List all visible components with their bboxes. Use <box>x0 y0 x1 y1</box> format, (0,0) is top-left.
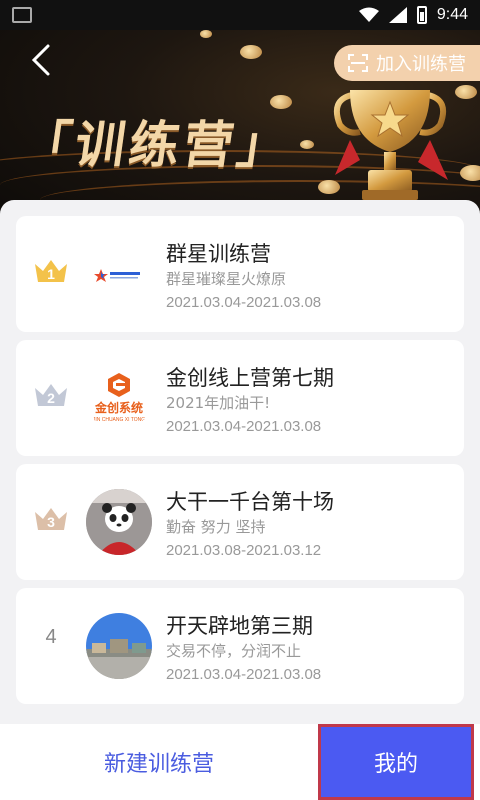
landscape-avatar <box>86 613 152 679</box>
camp-dates: 2021.03.08-2021.03.12 <box>166 542 322 559</box>
camp-card-2[interactable]: 2 金创系统 JIN CHUANG XI TONG 金创线上营第七期 2021年… <box>16 340 464 456</box>
signal-icon <box>388 7 407 23</box>
camp-dates: 2021.03.04-2021.03.08 <box>166 294 322 311</box>
camp-card-4[interactable]: 4 开天辟地第三期 交易不停，分润不止 2021.03.04-2021.03.0… <box>16 588 464 704</box>
camp-title: 群星训练营 <box>166 242 271 266</box>
camp-card-1[interactable]: 1 群星训练营 群星璀璨星火燎原 2021.03.04-2021.03.08 <box>16 216 464 332</box>
new-camp-button[interactable]: 新建训练营 <box>0 724 318 800</box>
camp-card-3[interactable]: 3 大干一千台第十场 勤奋 努力 坚持 2021.03.08-2021.03.1… <box>16 464 464 580</box>
join-camp-label: 加入训练营 <box>376 54 466 75</box>
status-bar: 9:44 <box>0 0 480 30</box>
camp-dates: 2021.03.04-2021.03.08 <box>166 418 322 435</box>
bottom-bar: 新建训练营 我的 <box>0 724 480 800</box>
camp-subtitle: 2021年加油干! <box>166 394 271 412</box>
image-notification-icon <box>12 7 32 23</box>
rank-silver-crown-icon: 2 <box>35 384 67 406</box>
status-time: 9:44 <box>436 6 468 23</box>
back-arrow-icon[interactable] <box>22 40 62 80</box>
camp-list: 1 群星训练营 群星璀璨星火燎原 2021.03.04-2021.03.08 2 <box>0 200 480 725</box>
wifi-icon <box>358 7 379 22</box>
jinchuang-logo-subtext: JIN CHUANG XI TONG <box>92 417 146 423</box>
svg-text:1: 1 <box>47 266 55 282</box>
camp-title: 大干一千台第十场 <box>166 490 334 514</box>
rank-bronze-crown-icon: 3 <box>35 508 67 530</box>
camp-subtitle: 交易不停，分润不止 <box>166 642 302 660</box>
camp-subtitle: 群星璀璨星火燎原 <box>166 270 287 288</box>
join-camp-button[interactable]: 加入训练营 <box>334 45 480 81</box>
trophy-icon <box>334 90 448 200</box>
scan-icon <box>348 54 368 72</box>
my-camps-button[interactable]: 我的 <box>318 724 474 800</box>
star-logo <box>86 241 152 307</box>
camp-title: 开天辟地第三期 <box>166 614 313 638</box>
jinchuang-logo-text: 金创系统 <box>94 401 143 415</box>
banner-title: 「训练营」 <box>17 116 296 174</box>
rank-gold-crown-icon: 1 <box>35 260 67 282</box>
rank-number: 4 <box>45 626 57 648</box>
jinchuang-logo: 金创系统 JIN CHUANG XI TONG <box>86 365 152 431</box>
hero-banner: 「训练营」 <box>0 0 480 230</box>
battery-icon <box>416 6 427 24</box>
svg-text:2: 2 <box>47 390 55 406</box>
camp-dates: 2021.03.04-2021.03.08 <box>166 666 322 683</box>
svg-text:3: 3 <box>47 514 55 530</box>
camp-subtitle: 勤奋 努力 坚持 <box>166 518 266 536</box>
panda-avatar <box>86 489 152 555</box>
camp-title: 金创线上营第七期 <box>166 366 334 390</box>
